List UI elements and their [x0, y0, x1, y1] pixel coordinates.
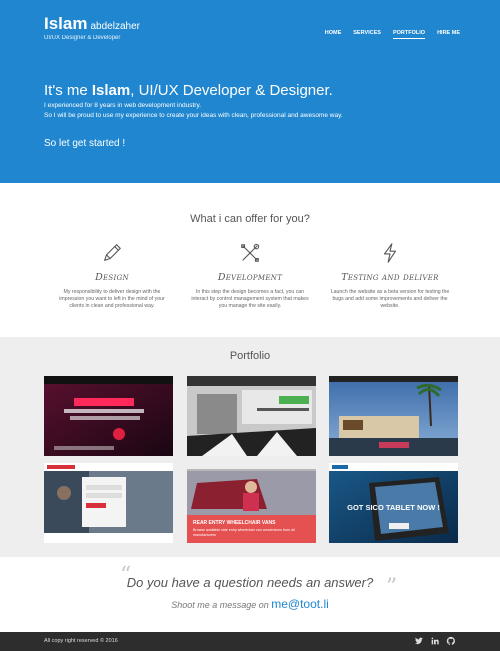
footer: All copy right reserved © 2016 — [0, 632, 500, 651]
offer-name: Testing and deliver — [341, 272, 439, 283]
offer-desc: In this step the design becomes a fact, … — [191, 289, 309, 309]
contact-question: Do you have a question needs an answer? — [126, 575, 374, 590]
hero-title-post: , UI/UX Developer & Designer. — [130, 82, 333, 99]
contact-email-link[interactable]: me@toot.li — [271, 597, 329, 611]
social-links — [414, 636, 456, 646]
portfolio-image — [187, 376, 316, 456]
portfolio-title: Portfolio — [229, 350, 271, 362]
brand[interactable]: Islam abdelzaher UI/UX Designer & Develop… — [44, 14, 140, 41]
portfolio-item-resort[interactable] — [329, 376, 458, 456]
offer-name: Development — [217, 272, 283, 283]
offer-name: Design — [95, 272, 129, 283]
offer-title: What i can offer for you? — [190, 213, 310, 225]
nav-portfolio[interactable]: PORTFOLIO — [392, 30, 426, 39]
linkedin-icon[interactable] — [430, 636, 440, 646]
offer-desc: My responsibility to deliver design with… — [59, 289, 165, 309]
nav-hire-me[interactable]: HIRE ME — [437, 30, 460, 39]
brand-last-name: abdelzaher — [90, 21, 140, 32]
nav-services[interactable]: SERVICES — [353, 30, 381, 39]
twitter-icon[interactable] — [414, 636, 424, 646]
main-nav: HOME SERVICES PORTFOLIO HIRE ME — [313, 30, 460, 39]
hero-title-name: Islam — [91, 82, 131, 99]
copyright-text: All copy right reserved © 2016 — [44, 638, 118, 644]
lightning-icon — [383, 243, 397, 263]
offer-item-development: Development In this step the design beco… — [190, 242, 310, 310]
portfolio-image — [329, 376, 458, 456]
portfolio-item-building[interactable] — [187, 376, 316, 456]
contact-shoot-text: Shoot me a message on — [171, 600, 272, 610]
pencil-icon — [104, 244, 121, 261]
portfolio-image — [44, 376, 173, 456]
brand-subtitle: UI/UX Designer & Developer — [44, 35, 121, 41]
offer-desc: Launch the website as a beta version for… — [330, 289, 450, 309]
portfolio-image — [44, 463, 173, 543]
offer-item-design: Design My responsibility to deliver desi… — [52, 242, 172, 310]
brand-first-name: Islam — [44, 14, 88, 33]
portfolio-section: Portfolio REAR ENTRY WHEELCHAIR VANS Bro… — [0, 337, 500, 557]
sico-banner: GOT SICO TABLET NOW ! — [347, 503, 440, 512]
portfolio-item-wheelchair-login[interactable] — [44, 463, 173, 543]
vans-caption-text: Browse available side entry wheelchair v… — [193, 528, 295, 537]
vans-caption-title: REAR ENTRY WHEELCHAIR VANS — [193, 520, 276, 526]
portfolio-item-arabic-ad[interactable] — [44, 376, 173, 456]
portfolio-item-rear-entry-vans[interactable]: REAR ENTRY WHEELCHAIR VANS Browse availa… — [187, 463, 316, 543]
hero-section: Islam abdelzaher UI/UX Designer & Develop… — [0, 0, 500, 183]
offer-item-testing: Testing and deliver Launch the website a… — [330, 242, 450, 310]
nav-home[interactable]: HOME — [325, 30, 342, 39]
hero-title: It's me Islam, UI/UX Developer & Designe… — [44, 82, 333, 99]
tools-icon — [241, 243, 260, 262]
hero-title-pre: It's me — [44, 82, 92, 99]
portfolio-item-sico-tablet[interactable]: GOT SICO TABLET NOW ! — [329, 463, 458, 543]
hero-cta: So let get started ! — [44, 138, 126, 149]
hero-text: I experienced for 8 years in web develop… — [44, 102, 343, 119]
github-icon[interactable] — [446, 636, 456, 646]
contact-shoot: Shoot me a message on me@toot.li — [0, 597, 500, 611]
